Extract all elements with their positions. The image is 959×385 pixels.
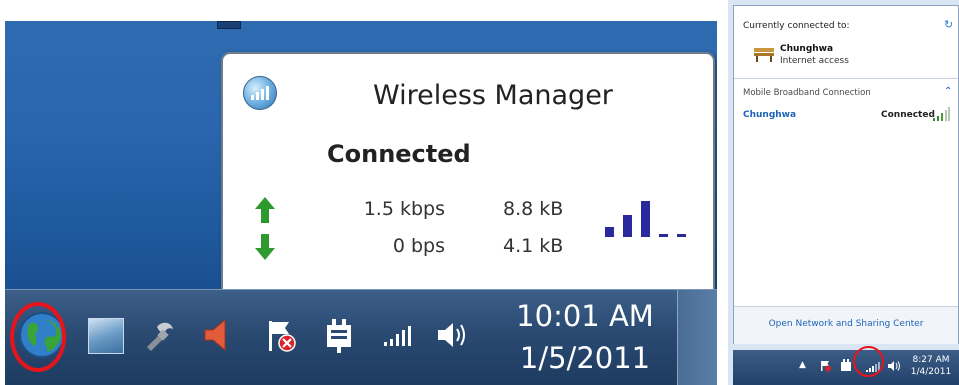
network-flyout-screenshot: Currently connected to: ↻ Chunghwa Inter… <box>728 0 959 385</box>
network-plug-icon[interactable] <box>323 317 357 353</box>
signal-icon[interactable] <box>383 325 411 347</box>
flyout-footer: Open Network and Sharing Center <box>734 306 958 344</box>
show-desktop-button[interactable] <box>677 290 717 385</box>
network-plug-icon[interactable] <box>840 359 852 373</box>
mini-taskbar: ▲ 8:27 AM 1/4/2011 <box>733 350 959 385</box>
connected-to-label: Currently connected to: <box>743 21 850 31</box>
network-flyout-panel: Currently connected to: ↻ Chunghwa Inter… <box>733 5 959 344</box>
speaker-red-icon[interactable] <box>201 317 231 353</box>
clock-time: 10:01 AM <box>516 299 654 333</box>
taskbar-clock[interactable]: 10:01 AM 1/5/2011 <box>505 296 665 380</box>
wireless-manager-screenshot: Wireless Manager Connected 1.5 kbps 8.8 … <box>0 0 717 385</box>
upload-arrow-icon <box>255 197 275 223</box>
clock-date: 1/5/2011 <box>519 341 651 375</box>
signal-bar <box>623 215 632 237</box>
connection-status: Connected <box>881 110 935 120</box>
tool-icon[interactable] <box>141 317 177 353</box>
open-network-sharing-center-link[interactable]: Open Network and Sharing Center <box>734 319 958 329</box>
connection-signal-icon <box>933 107 950 121</box>
highlight-circle <box>853 346 884 377</box>
signal-bar <box>659 234 668 237</box>
wireless-manager-popup: Wireless Manager Connected 1.5 kbps 8.8 … <box>221 52 715 303</box>
wireless-manager-logo-icon <box>243 76 277 110</box>
signal-bar <box>641 201 650 237</box>
mini-taskbar-clock[interactable]: 8:27 AM 1/4/2011 <box>909 354 953 378</box>
volume-icon[interactable] <box>887 360 901 372</box>
taskbar: 10:01 AM 1/5/2011 <box>5 289 717 385</box>
show-hidden-icons-icon[interactable]: ▲ <box>799 360 806 370</box>
mini-clock-date: 1/4/2011 <box>910 367 952 377</box>
connection-list-item[interactable]: Chunghwa Connected <box>734 106 958 126</box>
network-bench-icon <box>754 48 774 62</box>
mini-clock-time: 8:27 AM <box>912 355 950 365</box>
wireless-manager-title: Wireless Manager <box>373 80 613 111</box>
current-network-name: Chunghwa <box>780 44 834 54</box>
connection-name: Chunghwa <box>743 110 797 120</box>
signal-bar <box>605 227 614 237</box>
download-total: 4.1 kB <box>503 235 564 257</box>
signal-bar <box>677 234 686 237</box>
download-arrow-icon <box>255 234 275 260</box>
section-header-mobile-broadband: Mobile Broadband Connection <box>743 88 871 98</box>
highlight-circle <box>10 302 66 372</box>
action-center-flag-icon[interactable] <box>820 360 832 372</box>
volume-icon[interactable] <box>435 320 471 350</box>
connection-status: Connected <box>327 140 471 168</box>
upload-total: 8.8 kB <box>503 198 564 220</box>
chevron-up-icon[interactable]: ⌃ <box>944 86 952 97</box>
desktop-icon-fragment <box>217 21 241 29</box>
download-rate: 0 bps <box>392 235 445 257</box>
flyout-header: Currently connected to: ↻ Chunghwa Inter… <box>734 6 958 79</box>
signal-strength-bars <box>605 197 695 237</box>
landscape-icon[interactable] <box>88 318 124 354</box>
desktop-background: Wireless Manager Connected 1.5 kbps 8.8 … <box>5 21 717 303</box>
action-center-flag-icon[interactable] <box>263 318 299 354</box>
upload-rate: 1.5 kbps <box>363 198 445 220</box>
current-network-access: Internet access <box>780 56 849 66</box>
refresh-icon[interactable]: ↻ <box>944 18 953 31</box>
